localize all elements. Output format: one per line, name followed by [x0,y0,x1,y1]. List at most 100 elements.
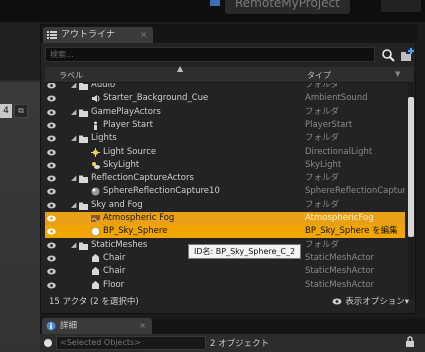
outliner-row[interactable]: ◢ ReflectionCaptureActors フォルダ [45,172,405,185]
row-label: Light Source [103,146,157,157]
expand-arrow-icon[interactable]: ◢ [71,239,76,252]
column-label[interactable]: ラベル [59,70,83,81]
outliner-row[interactable]: Starter_Background_Cue AmbientSound [45,92,405,105]
folder-icon [79,83,88,90]
tab-outliner[interactable]: アウトライナ × [43,27,153,43]
viewport[interactable]: 4 ⧉ [0,22,40,352]
folder-icon [79,175,88,184]
visibility-eye-icon[interactable] [47,83,56,89]
expand-arrow-icon[interactable]: ◢ [71,106,76,119]
outliner-row[interactable]: Chair StaticMeshActor [45,265,405,278]
visibility-eye-icon[interactable] [47,109,56,116]
row-label: Sky and Fog [91,199,143,210]
row-type: StaticMeshActor [305,252,375,263]
search-input[interactable]: 検索... [45,47,375,62]
tab-details[interactable]: 詳細 × [42,318,152,334]
outliner-status-row: 15 アクタ (2 を選択中) 表示オプション▾ [45,293,413,309]
visibility-eye-icon[interactable] [47,202,56,209]
outliner-tabstrip: アウトライナ × [41,25,417,43]
expand-arrow-icon[interactable]: ◢ [71,172,76,185]
view-options-button[interactable]: 表示オプション▾ [332,295,409,307]
visibility-eye-icon[interactable] [47,255,56,262]
id-name-tooltip: ID名: BP_Sky_Sphere_C_2 [188,244,302,259]
row-label: Player Start [103,119,153,130]
expand-arrow-icon[interactable]: ◢ [71,132,76,145]
viewport-scene[interactable] [0,82,40,352]
tab-close-icon[interactable]: × [140,27,147,43]
row-type: BP_Sky_Sphere を編集 [305,226,398,237]
details-tab-close-icon[interactable]: × [139,318,146,334]
viewport-toolbar [0,22,40,80]
tab-details-label: 詳細 [60,321,78,331]
outliner-row[interactable]: SkyLight SkyLight [45,159,405,172]
outliner-row[interactable]: Floor StaticMeshActor [45,279,405,292]
visibility-eye-icon[interactable] [47,175,56,182]
outliner-row[interactable]: BP_Sky_Sphere BP_Sky_Sphere を編集 [45,225,405,239]
outliner-list-icon [47,31,57,39]
outliner-row[interactable]: Player Start PlayerStart [45,119,405,132]
bp-icon [91,227,100,237]
row-type: フォルダ [305,106,340,117]
outliner-row[interactable]: SphereReflectionCapture10 SphereReflectio… [45,185,405,198]
details-icon [46,321,56,331]
row-label: Chair [103,266,126,277]
mesh-icon [92,253,99,262]
viewport-maximize-button[interactable]: ⧉ [14,104,28,118]
row-type: AtmosphericFog [305,213,374,223]
view-options-label: 表示オプション▾ [345,297,409,307]
sphere-icon [91,187,100,196]
add-folder-icon[interactable] [399,47,415,63]
visibility-eye-icon[interactable] [47,95,56,102]
selected-objects-field[interactable]: <Selected Objects> [56,336,206,350]
outliner-row[interactable]: ◢ Audio フォルダ [45,83,405,92]
object-count: 2 オブジェクト [210,339,270,349]
visibility-eye-icon[interactable] [47,162,56,169]
title-bar-controls[interactable] [381,0,421,12]
row-type: フォルダ [305,199,340,210]
row-type: DirectionalLight [305,146,373,157]
row-label: ReflectionCaptureActors [91,173,194,184]
row-label: SphereReflectionCapture10 [103,186,220,197]
expand-arrow-icon[interactable]: ◢ [71,83,76,92]
selection-icon [44,339,52,347]
outliner-row[interactable]: ◢ Sky and Fog フォルダ [45,199,405,212]
outliner-row[interactable]: Light Source DirectionalLight [45,146,405,159]
outliner-tree: ◢ Audio フォルダ Starter_Background_Cue AmbientS… [45,83,405,301]
visibility-eye-icon[interactable] [47,135,56,142]
visibility-eye-icon[interactable] [47,188,56,195]
search-icon[interactable] [381,48,395,62]
visibility-eye-icon[interactable] [47,149,56,156]
actor-count: 15 アクタ (2 を選択中) [49,297,139,307]
row-type: StaticMeshActor [305,279,375,290]
row-type: PlayerStart [305,119,353,130]
viewport-camera-speed[interactable]: 4 [0,104,12,118]
column-type[interactable]: タイプ [307,70,331,81]
engine-icon [210,0,220,6]
outliner-scrollbar[interactable] [408,83,414,299]
visibility-eye-icon[interactable] [47,242,56,249]
search-row: 検索... [43,47,415,63]
world-outliner-panel: アウトライナ × 検索... ラベル ▲ タイプ ▼ ◢ Audio フォルダ Sta… [40,24,417,314]
row-type: フォルダ [305,83,340,90]
row-label: GamePlayActors [91,106,161,117]
lock-icon[interactable] [404,336,416,348]
visibility-eye-icon[interactable] [47,228,56,235]
folder-icon [79,109,88,117]
outliner-column-header: ラベル ▲ タイプ ▼ [45,64,413,83]
folder-icon [79,135,88,144]
sky-icon [92,161,100,169]
folder-icon [79,202,88,210]
visibility-eye-icon[interactable] [47,268,56,275]
outliner-row[interactable]: ◢ GamePlayActors フォルダ [45,106,405,119]
row-label: Atmospheric Fog [103,213,175,223]
scrollbar-thumb[interactable] [408,97,414,237]
row-label: SkyLight [103,159,140,170]
outliner-row[interactable]: Atmospheric Fog AtmosphericFog [45,212,405,225]
visibility-eye-icon[interactable] [47,122,56,129]
visibility-eye-icon[interactable] [47,215,56,222]
visibility-eye-icon[interactable] [47,282,56,289]
expand-arrow-icon[interactable]: ◢ [71,199,76,212]
column-dropdown-icon[interactable]: ▼ [395,70,400,78]
outliner-row[interactable]: ◢ Lights フォルダ [45,132,405,145]
row-label: Starter_Background_Cue [103,93,209,104]
